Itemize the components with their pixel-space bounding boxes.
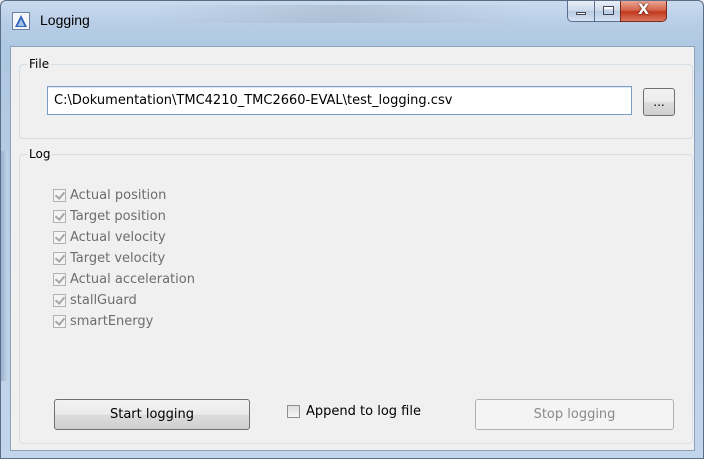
window-title: Logging <box>40 12 90 28</box>
caption-buttons: X <box>567 1 697 23</box>
log-item-label: Actual velocity <box>70 230 166 245</box>
log-group-legend: Log <box>29 147 51 161</box>
log-item-actual-position[interactable]: Actual position <box>53 185 195 206</box>
start-logging-button[interactable]: Start logging <box>54 399 250 430</box>
checkbox-checked-icon[interactable] <box>53 273 66 286</box>
file-group-legend: File <box>29 57 50 71</box>
checkbox-checked-icon[interactable] <box>53 189 66 202</box>
browse-button[interactable]: ... <box>643 88 675 116</box>
checkbox-checked-icon[interactable] <box>53 252 66 265</box>
log-item-actual-velocity[interactable]: Actual velocity <box>53 227 195 248</box>
maximize-icon <box>603 6 614 15</box>
window-frame-edge <box>1 151 8 381</box>
log-item-label: Actual position <box>70 188 167 203</box>
log-item-smartenergy[interactable]: smartEnergy <box>53 311 195 332</box>
minimize-icon <box>576 12 586 15</box>
close-icon: X <box>638 2 649 18</box>
log-item-target-position[interactable]: Target position <box>53 206 195 227</box>
log-file-path-input[interactable] <box>47 86 632 115</box>
log-item-label: Actual acceleration <box>70 272 195 287</box>
checkbox-checked-icon[interactable] <box>53 210 66 223</box>
append-to-log-file-toggle[interactable]: Append to log file <box>287 404 421 419</box>
checkbox-checked-icon[interactable] <box>53 231 66 244</box>
minimize-button[interactable] <box>567 1 595 22</box>
append-checkbox[interactable] <box>287 405 300 418</box>
log-item-label: smartEnergy <box>70 314 154 329</box>
log-item-target-velocity[interactable]: Target velocity <box>53 248 195 269</box>
checkbox-checked-icon[interactable] <box>53 315 66 328</box>
title-bar-background <box>151 5 531 23</box>
app-logo-icon[interactable] <box>12 12 30 30</box>
checkbox-checked-icon[interactable] <box>53 294 66 307</box>
append-label: Append to log file <box>306 404 421 419</box>
title-bar[interactable]: Logging X <box>1 1 703 47</box>
stop-logging-button[interactable]: Stop logging <box>475 399 674 430</box>
logging-window: Logging X File ... Log Actual position T <box>0 0 704 459</box>
log-item-label: Target position <box>70 209 166 224</box>
maximize-button[interactable] <box>594 1 621 22</box>
log-item-stallguard[interactable]: stallGuard <box>53 290 195 311</box>
log-channel-list: Actual position Target position Actual v… <box>53 185 195 332</box>
log-item-label: Target velocity <box>70 251 166 266</box>
log-item-actual-acceleration[interactable]: Actual acceleration <box>53 269 195 290</box>
close-button[interactable]: X <box>620 1 667 22</box>
log-item-label: stallGuard <box>70 293 137 308</box>
